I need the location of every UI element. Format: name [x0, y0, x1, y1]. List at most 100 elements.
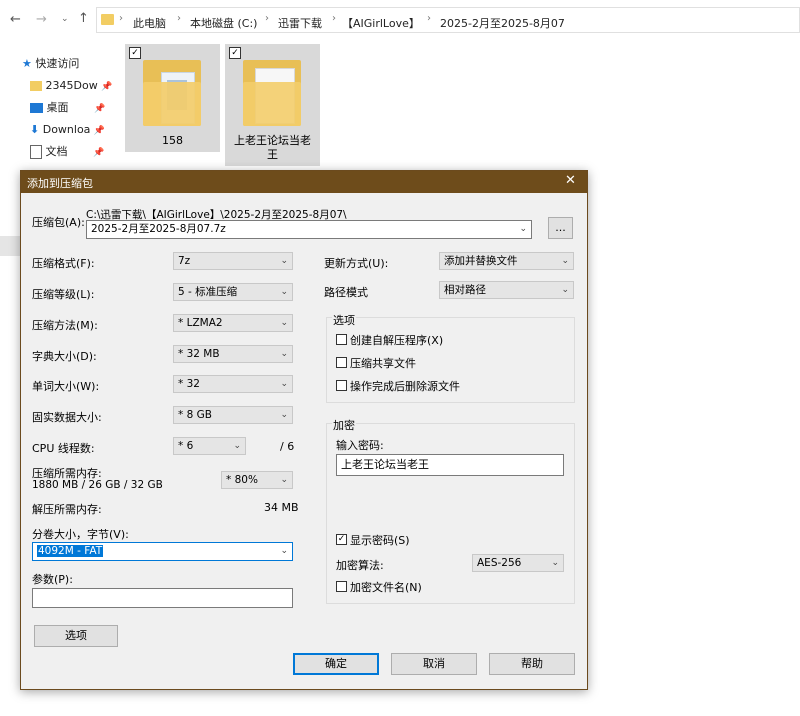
update-mode-value: 添加并替换文件 — [444, 255, 518, 267]
memory-usage-select[interactable]: * 80% ⌄ — [221, 471, 293, 489]
cpu-threads-select[interactable]: * 6 ⌄ — [173, 437, 246, 455]
encryption-group-title: 加密 — [332, 417, 356, 433]
folder-icon — [101, 14, 114, 25]
path-mode-select[interactable]: 相对路径 ⌄ — [439, 281, 574, 299]
sidebar-item-desktop[interactable]: 桌面 📌 — [30, 98, 105, 118]
archive-name-value: 2025-2月至2025-8月07.7z — [91, 223, 226, 235]
encryption-method-select[interactable]: AES-256 ⌄ — [472, 554, 564, 572]
parameters-label: 参数(P): — [32, 573, 73, 586]
folder-icon — [243, 56, 301, 126]
format-select[interactable]: 7z ⌄ — [173, 252, 293, 270]
format-label: 压缩格式(F): — [32, 257, 95, 270]
delete-after-label: 操作完成后删除源文件 — [350, 380, 460, 393]
checkbox-icon[interactable]: ✓ — [229, 47, 241, 59]
sidebar-item-2345dow[interactable]: 2345Dow 📌 — [30, 76, 112, 96]
cpu-threads-value: * 6 — [178, 440, 194, 452]
encryption-method-value: AES-256 — [477, 557, 522, 569]
level-select[interactable]: 5 - 标准压缩 ⌄ — [173, 283, 293, 301]
shared-files-checkbox[interactable] — [336, 357, 347, 368]
word-size-select[interactable]: * 32 ⌄ — [173, 375, 293, 393]
show-password-checkbox[interactable]: ✓ — [336, 534, 347, 545]
document-icon — [30, 145, 42, 159]
sidebar-item-label: 快速访问 — [35, 57, 80, 70]
dialog-title: 添加到压缩包 — [27, 177, 93, 190]
word-size-value: * 32 — [178, 378, 200, 390]
up-arrow-icon[interactable]: ↑ — [78, 11, 89, 26]
sidebar-item-label: Downloa — [42, 123, 91, 136]
dictionary-label: 字典大小(D): — [32, 350, 97, 363]
cpu-threads-total: / 6 — [280, 440, 295, 453]
pin-icon: 📌 — [94, 104, 106, 114]
encryption-method-label: 加密算法: — [336, 559, 384, 572]
encrypt-names-checkbox[interactable] — [336, 581, 347, 592]
chevron-down-icon: ⌄ — [519, 224, 527, 234]
chevron-down-icon: ⌄ — [280, 256, 288, 266]
solid-size-value: * 8 GB — [178, 409, 212, 421]
archive-label: 压缩包(A): — [32, 216, 85, 229]
volume-size-combo[interactable]: 4092M - FAT ⌄ — [32, 542, 293, 561]
password-label: 输入密码: — [336, 439, 384, 452]
chevron-right-icon: › — [427, 13, 431, 24]
level-label: 压缩等级(L): — [32, 288, 95, 301]
back-arrow-icon[interactable]: ← — [10, 12, 21, 27]
chevron-down-icon: ⌄ — [280, 287, 288, 297]
folder-tile-158[interactable]: ✓ 158 — [125, 44, 220, 152]
chevron-down-icon: ⌄ — [280, 410, 288, 420]
chevron-down-icon: ⌄ — [280, 318, 288, 328]
desktop-icon — [30, 103, 43, 113]
format-value: 7z — [178, 255, 191, 267]
chevron-right-icon: › — [177, 13, 181, 24]
path-mode-value: 相对路径 — [444, 284, 486, 296]
sidebar-item-label: 桌面 — [46, 101, 69, 114]
checkbox-icon[interactable]: ✓ — [129, 47, 141, 59]
delete-after-checkbox[interactable] — [336, 380, 347, 391]
add-to-archive-dialog: 添加到压缩包 ✕ 压缩包(A): C:\迅雷下载\【AIGirlLove】\20… — [20, 170, 588, 690]
browse-button[interactable]: ... — [548, 217, 573, 239]
password-input[interactable]: 上老王论坛当老王 — [336, 454, 564, 476]
volume-size-value: 4092M - FAT — [37, 545, 104, 557]
memory-usage-value: * 80% — [226, 474, 258, 486]
chevron-down-icon: ⌄ — [233, 441, 241, 451]
folder-tile-laowang[interactable]: ✓ 上老王论坛当老王 — [225, 44, 320, 166]
explorer-address-area: ← → ⌄ ↑ › 此电脑 › 本地磁盘 (C:) › 迅雷下载 › 【AIGi… — [0, 0, 800, 44]
breadcrumb-current-folder[interactable]: 2025-2月至2025-8月07 — [440, 15, 565, 31]
chevron-down-icon: ⌄ — [280, 546, 288, 556]
method-label: 压缩方法(M): — [32, 319, 98, 332]
pin-icon: 📌 — [101, 82, 113, 92]
folder-name: 158 — [162, 134, 183, 147]
chevron-down-icon: ⌄ — [280, 349, 288, 359]
solid-size-label: 固实数据大小: — [32, 411, 102, 424]
chevron-down-icon: ⌄ — [551, 558, 559, 568]
close-icon[interactable]: ✕ — [565, 173, 576, 188]
encrypt-names-label: 加密文件名(N) — [350, 581, 422, 594]
update-mode-select[interactable]: 添加并替换文件 ⌄ — [439, 252, 574, 270]
chevron-down-icon: ⌄ — [280, 379, 288, 389]
help-button[interactable]: 帮助 — [489, 653, 575, 675]
chevron-down-icon: ⌄ — [280, 475, 288, 485]
options-button[interactable]: 选项 — [34, 625, 118, 647]
recent-chevron-icon[interactable]: ⌄ — [61, 14, 69, 24]
cancel-button[interactable]: 取消 — [391, 653, 477, 675]
solid-size-select[interactable]: * 8 GB ⌄ — [173, 406, 293, 424]
breadcrumb-aigirllove[interactable]: 【AIGirlLove】 — [342, 15, 420, 31]
parameters-input[interactable] — [32, 588, 293, 608]
sidebar-item-documents[interactable]: 文档 📌 — [30, 142, 104, 162]
sidebar-item-quick-access[interactable]: ★ 快速访问 — [22, 54, 79, 74]
dictionary-select[interactable]: * 32 MB ⌄ — [173, 345, 293, 363]
decompress-memory-value: 34 MB — [264, 501, 299, 514]
sfx-checkbox[interactable] — [336, 334, 347, 345]
options-group-title: 选项 — [332, 312, 356, 328]
method-select[interactable]: * LZMA2 ⌄ — [173, 314, 293, 332]
dictionary-value: * 32 MB — [178, 348, 220, 360]
forward-arrow-icon[interactable]: → — [36, 12, 47, 27]
breadcrumb-this-pc[interactable]: 此电脑 — [133, 15, 166, 31]
archive-name-combo[interactable]: 2025-2月至2025-8月07.7z ⌄ — [86, 220, 532, 239]
address-bar[interactable]: › 此电脑 › 本地磁盘 (C:) › 迅雷下载 › 【AIGirlLove】 … — [96, 7, 800, 33]
ok-button[interactable]: 确定 — [293, 653, 379, 675]
pin-icon: 📌 — [93, 148, 105, 158]
breadcrumb-local-disk[interactable]: 本地磁盘 (C:) — [190, 15, 257, 31]
folder-icon — [30, 81, 42, 91]
breadcrumb-xunlei[interactable]: 迅雷下载 — [278, 15, 322, 31]
sidebar-item-downloads[interactable]: ⬇ Downloa 📌 — [30, 120, 105, 140]
dialog-titlebar: 添加到压缩包 ✕ — [21, 171, 587, 193]
